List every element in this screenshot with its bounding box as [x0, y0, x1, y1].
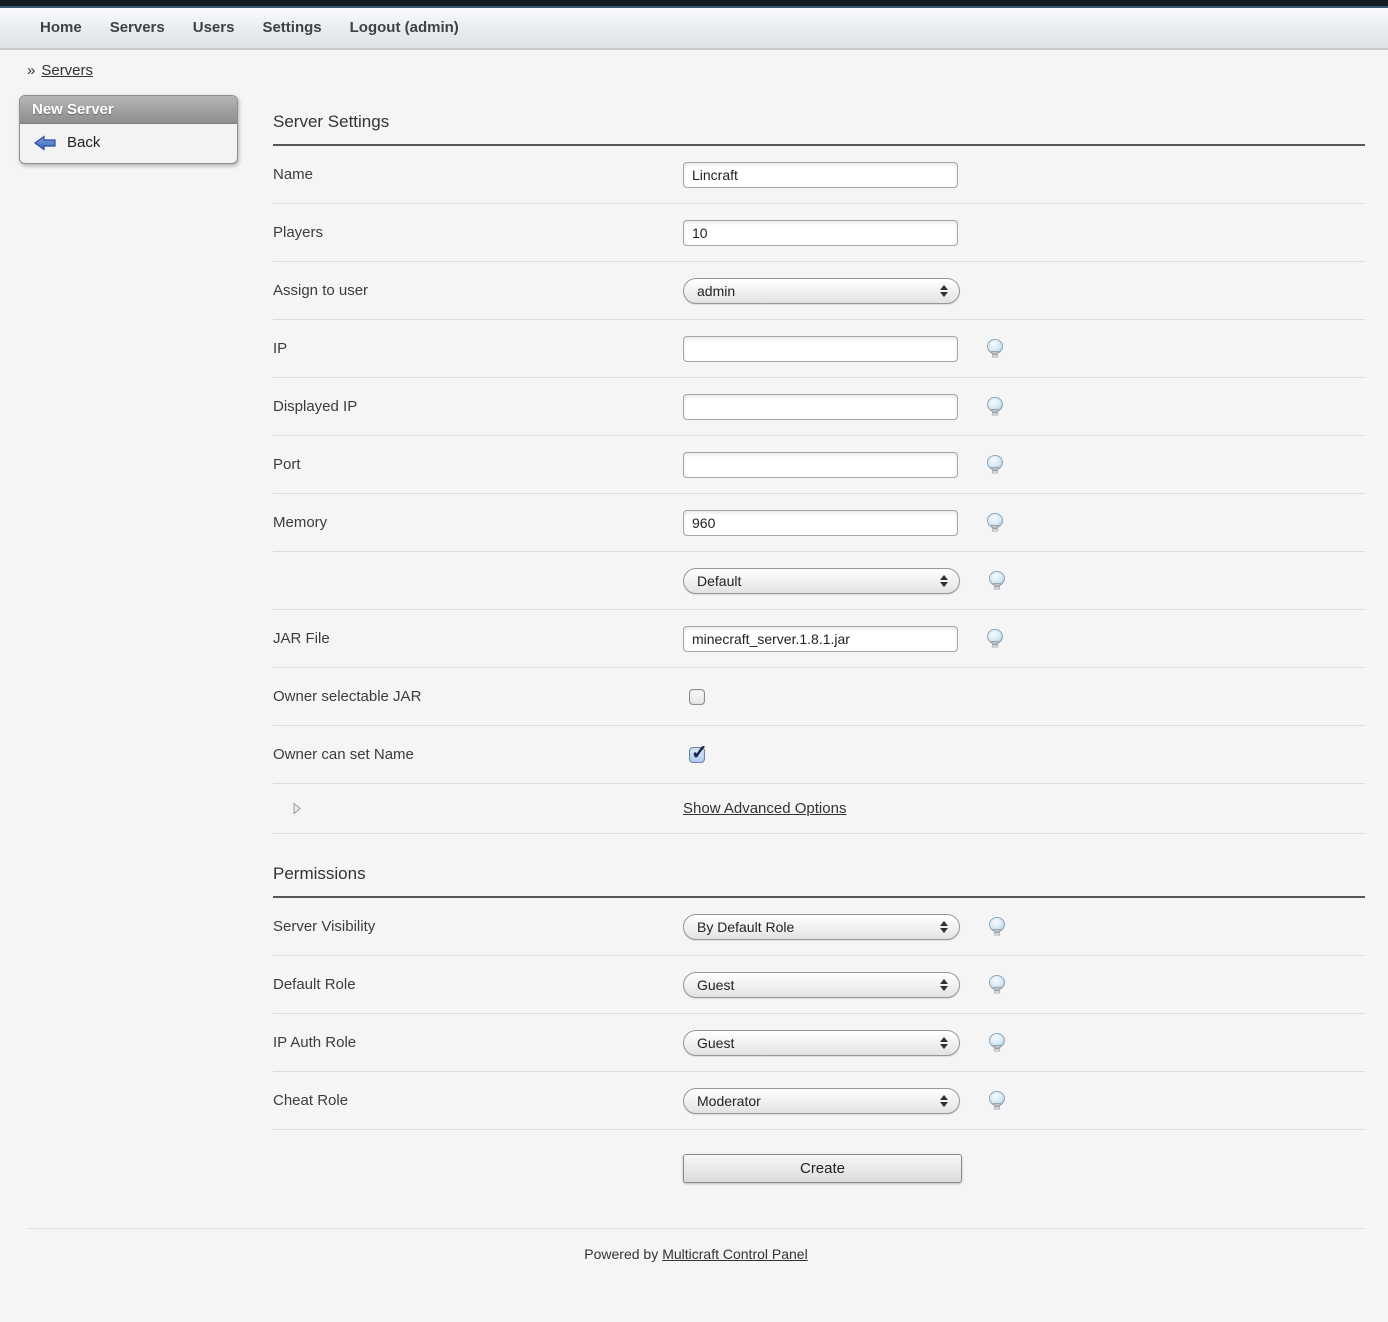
stepper-icon [940, 979, 948, 991]
section-title-server-settings: Server Settings [273, 112, 1365, 146]
back-button[interactable]: Back [20, 131, 237, 154]
form-row-cheat-role: Cheat Role Moderator [273, 1072, 1365, 1130]
nav-item-home[interactable]: Home [26, 7, 96, 49]
nav-item-settings[interactable]: Settings [248, 7, 335, 49]
form-row-players: Players [273, 204, 1365, 262]
main-nav: Home Servers Users Settings Logout (admi… [0, 8, 1388, 50]
form-row-create: Create [273, 1130, 1365, 1188]
form-row-owner-selectable-jar: Owner selectable JAR [273, 668, 1365, 726]
bulb-icon[interactable] [986, 916, 1008, 937]
bulb-icon[interactable] [984, 512, 1006, 533]
selected-value: Guest [697, 1035, 734, 1051]
field-label: Server Visibility [273, 918, 683, 935]
page-body: » Servers New Server Back Server Settings… [0, 50, 1388, 1262]
form-row-displayed-ip: Displayed IP [273, 378, 1365, 436]
default-select[interactable]: Default [683, 568, 960, 594]
breadcrumb-separator: » [27, 62, 35, 79]
section-title-permissions: Permissions [273, 864, 1365, 898]
field-label: IP Auth Role [273, 1034, 683, 1051]
bulb-icon[interactable] [984, 338, 1006, 359]
footer-multicraft-link[interactable]: Multicraft Control Panel [662, 1246, 808, 1262]
selected-value: Moderator [697, 1093, 761, 1109]
owner-can-set-name-checkbox[interactable] [689, 747, 705, 763]
bulb-icon[interactable] [986, 1032, 1008, 1053]
main-content: Server Settings Name Players Assign to u… [273, 112, 1365, 1188]
nav-item-logout[interactable]: Logout (admin) [336, 7, 473, 49]
form-row-name: Name [273, 146, 1365, 204]
name-input[interactable] [683, 162, 958, 188]
nav-item-users[interactable]: Users [179, 7, 249, 49]
form-row-port: Port [273, 436, 1365, 494]
field-label: IP [273, 340, 683, 357]
form-row-assign-to-user: Assign to user admin [273, 262, 1365, 320]
form-row-ip-auth-role: IP Auth Role Guest [273, 1014, 1365, 1072]
field-label: Assign to user [273, 282, 683, 299]
players-input[interactable] [683, 220, 958, 246]
field-label: Name [273, 166, 683, 183]
selected-value: Default [697, 573, 741, 589]
bulb-icon[interactable] [986, 974, 1008, 995]
field-label: Default Role [273, 976, 683, 993]
form-row-jar-file: JAR File [273, 610, 1365, 668]
ip-auth-role-select[interactable]: Guest [683, 1030, 960, 1056]
stepper-icon [940, 575, 948, 587]
assign-to-user-select[interactable]: admin [683, 278, 960, 304]
form-row-advanced-options: Show Advanced Options [273, 784, 1365, 834]
form-row-default-role: Default Role Guest [273, 956, 1365, 1014]
field-label: Players [273, 224, 683, 241]
form-row-memory: Memory [273, 494, 1365, 552]
selected-value: Guest [697, 977, 734, 993]
form-row-server-visibility: Server Visibility By Default Role [273, 898, 1365, 956]
field-label: Owner can set Name [273, 746, 683, 763]
back-label: Back [67, 134, 100, 151]
stepper-icon [940, 285, 948, 297]
server-visibility-select[interactable]: By Default Role [683, 914, 960, 940]
form-row-default-select: Default [273, 552, 1365, 610]
stepper-icon [940, 1037, 948, 1049]
field-label: JAR File [273, 630, 683, 647]
ip-input[interactable] [683, 336, 958, 362]
form-row-ip: IP [273, 320, 1365, 378]
sidebar-title: New Server [20, 96, 237, 124]
field-label: Port [273, 456, 683, 473]
field-label: Owner selectable JAR [273, 688, 683, 705]
back-arrow-icon [34, 135, 56, 151]
disclosure-triangle-icon[interactable] [292, 802, 683, 815]
breadcrumb: » Servers [27, 50, 1365, 90]
selected-value: By Default Role [697, 919, 794, 935]
footer: Powered byMulticraft Control Panel [27, 1229, 1365, 1262]
breadcrumb-link-servers[interactable]: Servers [41, 62, 93, 79]
show-advanced-options-link[interactable]: Show Advanced Options [683, 800, 846, 817]
bulb-icon[interactable] [984, 454, 1006, 475]
sidebar-panel: New Server Back [19, 95, 238, 164]
stepper-icon [940, 1095, 948, 1107]
owner-selectable-jar-checkbox[interactable] [689, 689, 705, 705]
field-label: Memory [273, 514, 683, 531]
create-button[interactable]: Create [683, 1154, 962, 1183]
memory-input[interactable] [683, 510, 958, 536]
port-input[interactable] [683, 452, 958, 478]
bulb-icon[interactable] [986, 1090, 1008, 1111]
selected-value: admin [697, 283, 735, 299]
cheat-role-select[interactable]: Moderator [683, 1088, 960, 1114]
field-label: Cheat Role [273, 1092, 683, 1109]
default-role-select[interactable]: Guest [683, 972, 960, 998]
jar-file-input[interactable] [683, 626, 958, 652]
displayed-ip-input[interactable] [683, 394, 958, 420]
field-label: Displayed IP [273, 398, 683, 415]
footer-powered-by-text: Powered by [584, 1246, 658, 1262]
bulb-icon[interactable] [984, 396, 1006, 417]
bulb-icon[interactable] [986, 570, 1008, 591]
nav-item-servers[interactable]: Servers [96, 7, 179, 49]
stepper-icon [940, 921, 948, 933]
form-row-owner-can-set-name: Owner can set Name [273, 726, 1365, 784]
bulb-icon[interactable] [984, 628, 1006, 649]
sidebar-body: Back [20, 124, 237, 163]
